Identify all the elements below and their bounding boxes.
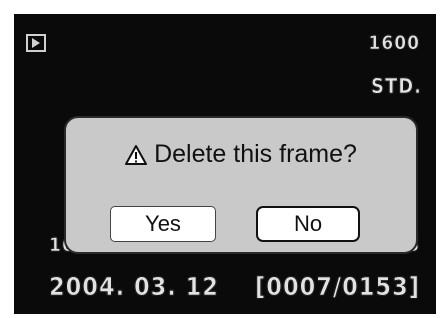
dialog-title-row: Delete this frame? — [66, 140, 416, 169]
warning-icon — [125, 144, 148, 166]
camera-lcd-screen: 1600 STD. 16:39 100-0008 2004. 03. 12 [0… — [14, 14, 436, 314]
dialog-message: Delete this frame? — [154, 140, 357, 168]
delete-confirm-dialog: Delete this frame? Yes No — [64, 116, 418, 254]
capture-date: 2004. 03. 12 — [49, 272, 219, 302]
playback-mode-icon — [26, 34, 46, 52]
no-button[interactable]: No — [256, 206, 360, 242]
yes-button[interactable]: Yes — [110, 206, 216, 242]
frame-counter: [0007/0153] — [255, 272, 420, 302]
image-size-label: 1600 — [368, 32, 420, 55]
image-quality-label: STD. — [370, 74, 422, 99]
